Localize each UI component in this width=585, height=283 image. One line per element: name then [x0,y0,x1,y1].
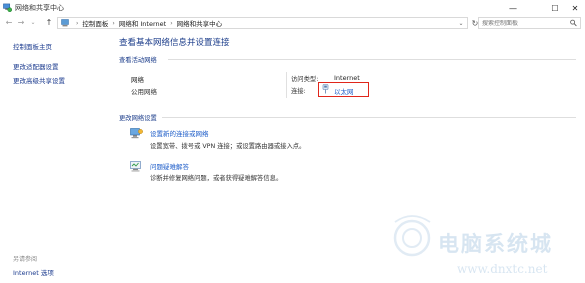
access-type-value: Internet [334,74,360,82]
address-bar[interactable]: › 控制面板 › 网络和 Internet › 网络和共享中心 [57,17,468,29]
search-icon[interactable] [570,19,577,27]
network-center-icon [3,3,12,12]
troubleshoot-problems-link[interactable]: 问题疑难解答 [150,161,189,171]
watermark-url: www.dnxtc.net [457,262,548,276]
control-panel-icon [61,19,69,27]
up-button[interactable]: ↑ [44,17,54,28]
network-category: 公用网络 [131,88,157,96]
recent-locations-button[interactable]: ⌄ [29,17,37,28]
troubleshoot-icon [130,161,141,172]
section-divider [168,59,576,60]
search-input[interactable] [482,19,566,27]
window-title: 网络和共享中心 [15,4,64,12]
back-button[interactable]: ← [4,17,14,28]
sidebar-item-control-panel-home[interactable]: 控制面板主页 [13,41,52,51]
access-type-label: 访问类型: [291,76,319,83]
minimize-button[interactable]: — [499,0,527,16]
breadcrumb-separator: › [170,19,173,27]
setup-new-connection-link[interactable]: 设置新的连接或网络 [150,128,209,138]
close-button[interactable]: ✕ [565,0,585,16]
search-box[interactable] [478,17,581,29]
breadcrumb-separator: › [112,19,115,27]
vertical-divider [286,72,287,98]
new-connection-icon [130,128,143,139]
title-bar: 网络和共享中心 — ☐ ✕ [0,0,585,16]
sidebar-item-advanced-sharing-settings[interactable]: 更改高级共享设置 [13,75,65,85]
see-also-heading: 另请参阅 [13,256,38,263]
breadcrumb-sharing-center[interactable]: 网络和共享中心 [177,18,223,28]
navigation-bar: ← → ⌄ ↑ › 控制面板 › 网络和 Internet › 网络和共享中心 … [0,17,585,29]
sidebar-item-change-adapter-settings[interactable]: 更改适配器设置 [13,61,59,71]
setup-new-connection-description: 设置宽带、拨号或 VPN 连接；或设置路由器或接入点。 [150,143,306,150]
sidebar-item-internet-options[interactable]: Internet 选项 [13,267,54,277]
breadcrumb-network-internet[interactable]: 网络和 Internet [119,18,166,28]
page-title: 查看基本网络信息并设置连接 [119,38,230,48]
ethernet-icon[interactable] [322,84,329,94]
change-settings-heading: 更改网络设置 [119,115,157,122]
watermark-text: 电脑系统城 [438,232,553,256]
troubleshoot-problems-description: 诊断并修复网络问题，或者获得疑难解答信息。 [150,175,283,182]
breadcrumb-separator: › [76,19,79,27]
breadcrumb-control-panel[interactable]: 控制面板 [82,18,108,28]
section-divider [162,117,576,118]
sidebar: 控制面板主页 更改适配器设置 更改高级共享设置 另请参阅 Internet 选项 [0,30,105,283]
ethernet-connection-link[interactable]: 以太网 [334,86,354,96]
address-dropdown-button[interactable]: ⌄ [455,17,467,29]
active-networks-heading: 查看活动网络 [119,57,157,64]
connections-label: 连接: [291,88,306,95]
network-name: 网络 [131,76,144,84]
forward-button[interactable]: → [16,17,26,28]
